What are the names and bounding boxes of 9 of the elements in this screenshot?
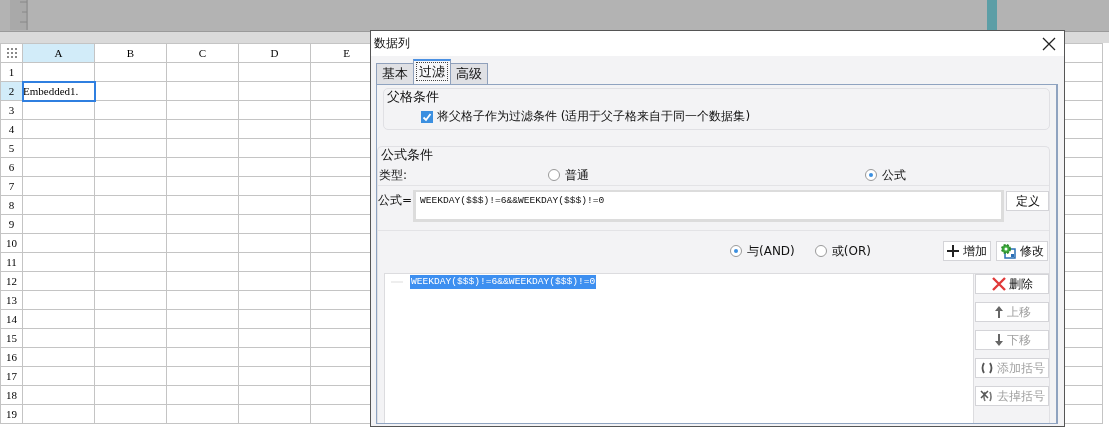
field-label: 公式= [378, 192, 413, 209]
group-title: 父格条件 [386, 89, 440, 105]
radio-label: 与(AND) [747, 242, 795, 260]
field-label: 类型: [379, 166, 408, 184]
radio-label: 公式 [882, 166, 907, 184]
checkbox-label: 将父格子作为过滤条件 (适用于父子格来自于同一个数据集) [437, 108, 751, 125]
radio-label: 普通 [565, 166, 590, 184]
radio-label: 或(OR) [831, 242, 871, 260]
group-title: 公式条件 [380, 147, 434, 163]
